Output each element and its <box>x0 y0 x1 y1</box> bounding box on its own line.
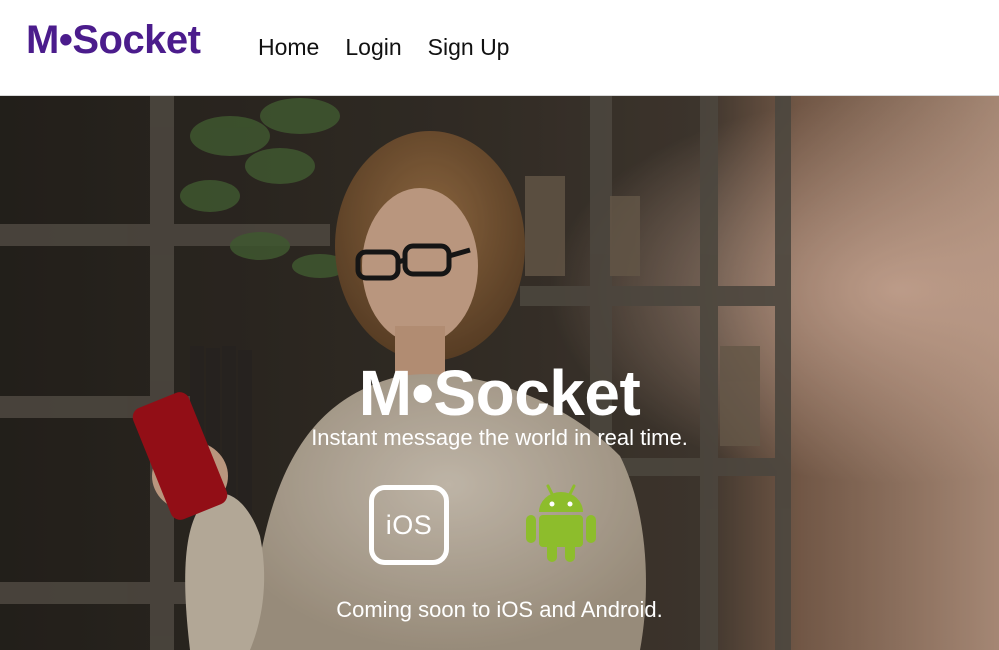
ios-label: iOS <box>385 509 433 540</box>
nav-link-login[interactable]: Login <box>345 32 401 62</box>
hero-section: M•Socket Instant message the world in re… <box>0 96 999 650</box>
brand-logo[interactable]: M•Socket <box>26 14 201 66</box>
hero-title: M•Socket <box>358 357 641 429</box>
ios-icon[interactable]: iOS <box>369 485 449 565</box>
coming-soon-text: Coming soon to iOS and Android. <box>336 597 663 622</box>
navbar: M•Socket Home Login Sign Up <box>0 0 999 96</box>
nav-links: Home Login Sign Up <box>258 32 535 62</box>
nav-link-sign-up[interactable]: Sign Up <box>428 32 510 62</box>
hero-tagline: Instant message the world in real time. <box>311 425 688 450</box>
android-icon[interactable] <box>524 482 598 562</box>
nav-link-home[interactable]: Home <box>258 32 319 62</box>
